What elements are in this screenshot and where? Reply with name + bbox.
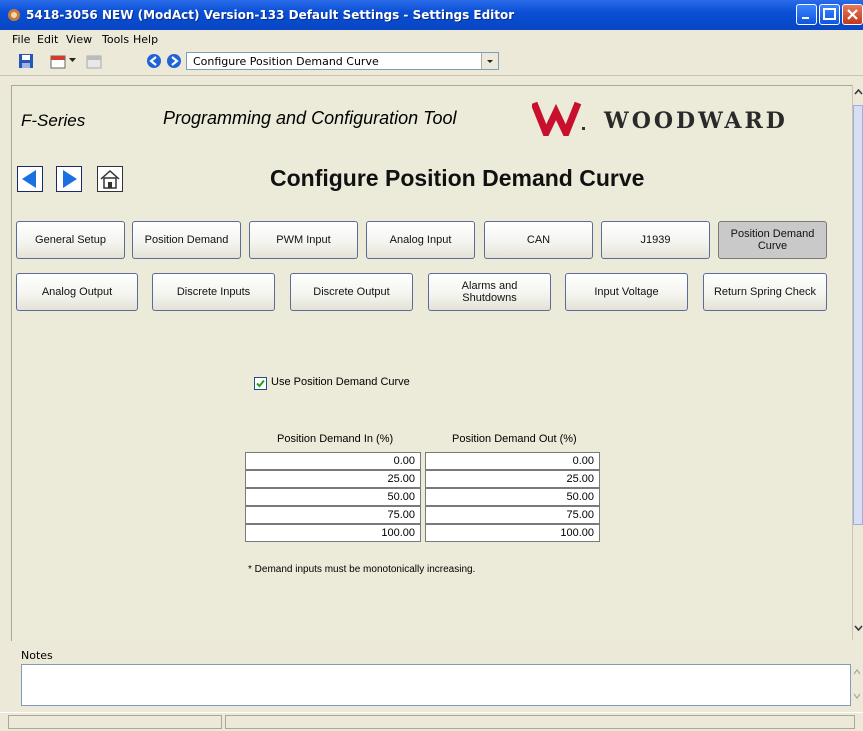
home-icon [100, 169, 120, 189]
home-button[interactable] [97, 166, 123, 192]
notes-textarea[interactable] [21, 664, 851, 706]
back-circle-icon[interactable] [146, 53, 162, 69]
tab-pwm-input[interactable]: PWM Input [249, 221, 358, 259]
calendar-dropdown-icon[interactable] [69, 58, 76, 64]
column-header-out: Position Demand Out (%) [452, 433, 577, 445]
next-page-button[interactable] [56, 166, 82, 192]
chevron-down-icon [487, 60, 493, 63]
tab-discrete-output[interactable]: Discrete Output [290, 273, 413, 311]
window-title: 5418-3056 NEW (ModAct) Version-133 Defau… [26, 8, 515, 22]
demand-in-cell[interactable]: 75.00 [245, 506, 421, 524]
tab-position-demand[interactable]: Position Demand [132, 221, 241, 259]
minimize-button[interactable] [796, 4, 817, 25]
page-select-value: Configure Position Demand Curve [193, 55, 379, 68]
tab-analog-output[interactable]: Analog Output [16, 273, 138, 311]
scroll-up-icon[interactable] [854, 87, 863, 97]
tab-position-demand-curve[interactable]: Position Demand Curve [718, 221, 827, 259]
monotonic-footnote: * Demand inputs must be monotonically in… [248, 564, 476, 575]
series-label: F-Series [21, 111, 86, 130]
vertical-scrollbar[interactable] [852, 85, 863, 640]
scroll-thumb[interactable] [853, 105, 863, 525]
tab-return-spring-check[interactable]: Return Spring Check [703, 273, 827, 311]
demand-in-cell[interactable]: 50.00 [245, 488, 421, 506]
use-curve-label: Use Position Demand Curve [271, 376, 410, 388]
tab-j1939[interactable]: J1939 [601, 221, 710, 259]
save-icon[interactable] [18, 53, 34, 69]
tab-input-voltage[interactable]: Input Voltage [565, 273, 688, 311]
tab-analog-input[interactable]: Analog Input [366, 221, 475, 259]
toolbar: Configure Position Demand Curve [0, 49, 863, 76]
previous-page-button[interactable] [17, 166, 43, 192]
tab-discrete-inputs[interactable]: Discrete Inputs [152, 273, 275, 311]
app-icon [8, 9, 20, 21]
menu-file[interactable]: File [12, 33, 30, 46]
brand-wordmark: WOODWARD [604, 108, 788, 134]
status-bar [0, 712, 863, 731]
menu-view[interactable]: View [66, 33, 92, 46]
tab-can[interactable]: CAN [484, 221, 593, 259]
demand-out-cell[interactable]: 25.00 [425, 470, 600, 488]
window-titlebar: 5418-3056 NEW (ModAct) Version-133 Defau… [0, 0, 863, 30]
demand-out-cell[interactable]: 100.00 [425, 524, 600, 542]
demand-in-cell[interactable]: 0.00 [245, 452, 421, 470]
status-pane-left [8, 715, 222, 729]
previous-arrow-icon [22, 170, 36, 188]
menu-bar: File Edit View Tools Help [0, 30, 863, 49]
menu-help[interactable]: Help [133, 33, 158, 46]
tab-alarms-and-shutdowns[interactable]: Alarms and Shutdowns [428, 273, 551, 311]
forward-circle-icon[interactable] [166, 53, 182, 69]
page-select[interactable]: Configure Position Demand Curve [186, 52, 499, 70]
minimize-icon [802, 17, 809, 19]
notes-label: Notes [21, 649, 53, 662]
close-icon [847, 9, 858, 20]
scroll-down-icon[interactable] [854, 623, 863, 633]
maximize-icon [823, 8, 836, 20]
demand-out-cell[interactable]: 50.00 [425, 488, 600, 506]
calendar-disabled-icon [86, 55, 102, 69]
demand-out-cell[interactable]: 0.00 [425, 452, 600, 470]
page-select-dropdown-button[interactable] [481, 53, 498, 69]
demand-in-cell[interactable]: 100.00 [245, 524, 421, 542]
use-curve-checkbox[interactable] [254, 377, 267, 390]
demand-in-cell[interactable]: 25.00 [245, 470, 421, 488]
woodward-logo-icon [532, 101, 585, 136]
close-button[interactable] [842, 4, 863, 25]
status-pane-right [225, 715, 855, 729]
checkmark-icon [256, 379, 265, 388]
next-arrow-icon [63, 170, 77, 188]
calendar-icon[interactable] [50, 53, 66, 69]
page-title: Configure Position Demand Curve [270, 165, 645, 191]
notes-scroll-up-icon[interactable] [853, 668, 861, 676]
column-header-in: Position Demand In (%) [277, 433, 394, 445]
notes-scrollbar[interactable] [851, 664, 863, 706]
tool-label: Programming and Configuration Tool [163, 108, 457, 128]
demand-out-cell[interactable]: 75.00 [425, 506, 600, 524]
menu-tools[interactable]: Tools [102, 33, 129, 46]
menu-edit[interactable]: Edit [37, 33, 58, 46]
maximize-button[interactable] [819, 4, 840, 25]
tab-general-setup[interactable]: General Setup [16, 221, 125, 259]
notes-scroll-down-icon[interactable] [853, 692, 861, 700]
